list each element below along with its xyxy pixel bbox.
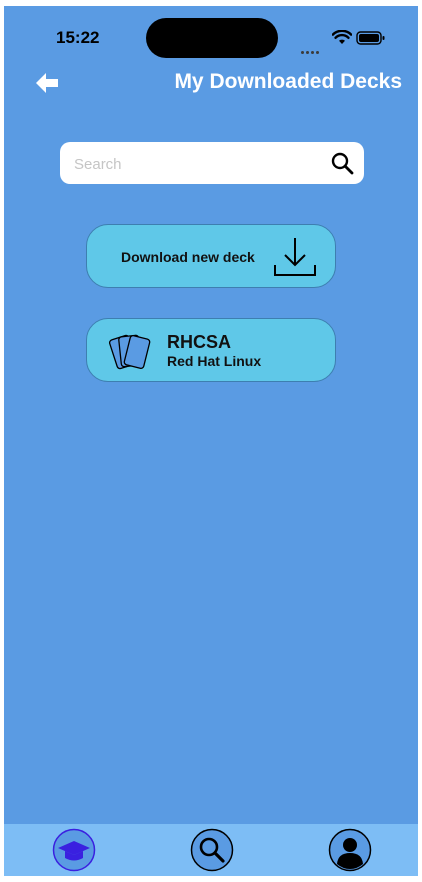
tab-search-icon[interactable]	[190, 828, 234, 872]
cards-stack-icon	[108, 334, 151, 370]
bottom-tab-bar	[4, 824, 418, 876]
cellular-signal-icon	[301, 41, 329, 54]
deck-subtitle: Red Hat Linux	[167, 353, 262, 369]
download-button-label: Download new deck	[121, 249, 255, 265]
download-icon	[274, 238, 316, 276]
search-input[interactable]	[72, 142, 316, 186]
back-arrow-icon[interactable]	[34, 70, 60, 96]
status-time: 15:22	[56, 28, 100, 47]
download-new-deck-button[interactable]: Download new deck	[86, 224, 336, 288]
deck-item-rhcsa[interactable]: RHCSA Red Hat Linux	[86, 318, 336, 382]
deck-title: RHCSA	[167, 332, 232, 352]
wifi-icon	[332, 30, 352, 44]
graduation-cap-icon[interactable]	[52, 828, 96, 872]
page-title: My Downloaded Decks	[174, 70, 402, 93]
user-avatar-icon[interactable]	[328, 828, 372, 872]
app-screen: 15:22 My Downloaded Decks Download new d…	[4, 6, 418, 876]
battery-icon	[356, 31, 385, 45]
search-icon[interactable]	[330, 151, 354, 175]
search-bar[interactable]	[60, 142, 364, 186]
dynamic-island	[146, 18, 278, 58]
